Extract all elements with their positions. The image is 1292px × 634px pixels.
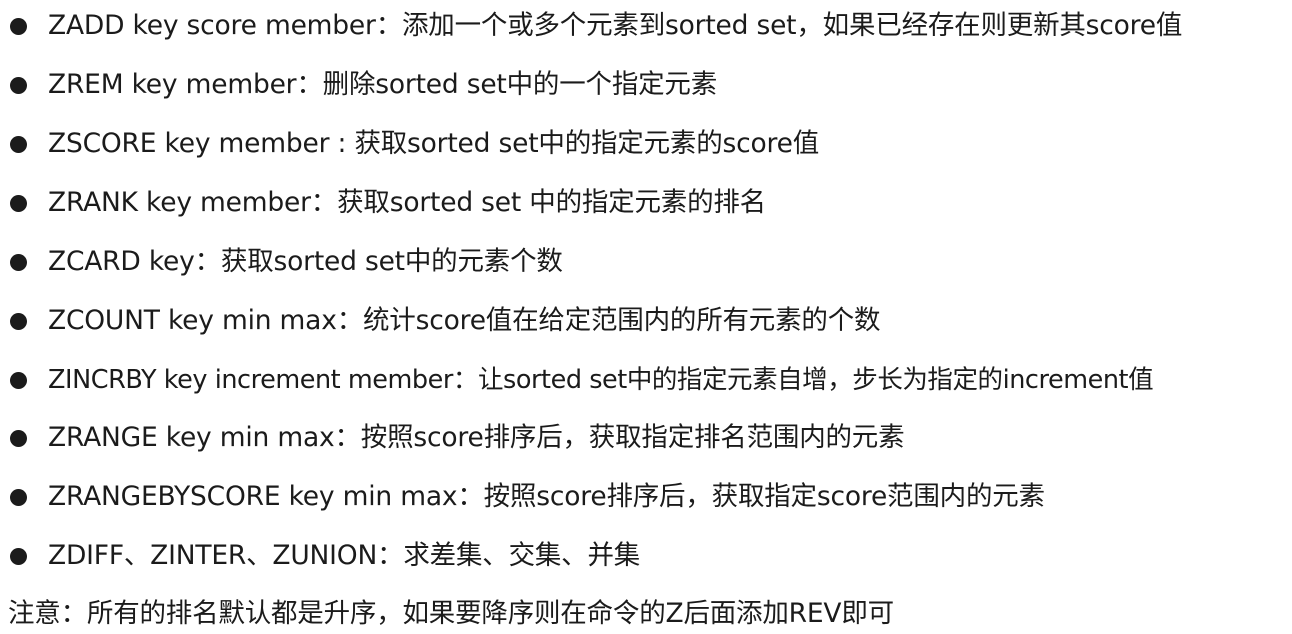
bullet-icon	[10, 254, 27, 271]
bullet-icon	[10, 489, 27, 506]
bullet-icon	[10, 18, 27, 35]
sorted-set-commands-document: ZADD key score member：添加一个或多个元素到sorted s…	[0, 0, 1292, 632]
command-description: ZDIFF、ZINTER、ZUNION：求差集、交集、并集	[48, 540, 641, 571]
command-description: ZCOUNT key min max：统计score值在给定范围内的所有元素的个…	[48, 305, 881, 336]
bullet-icon	[10, 313, 27, 330]
command-description: ZRANGEBYSCORE key min max：按照score排序后，获取指…	[48, 481, 1045, 512]
bullet-icon	[10, 77, 27, 94]
command-description: ZADD key score member：添加一个或多个元素到sorted s…	[48, 10, 1183, 41]
bullet-icon	[10, 136, 27, 153]
bullet-icon	[10, 195, 27, 212]
bullet-icon	[10, 430, 27, 447]
note-text: 注意：所有的排名默认都是升序，如果要降序则在命令的Z后面添加REV即可	[8, 598, 894, 629]
command-description: ZCARD key：获取sorted set中的元素个数	[48, 246, 563, 277]
bullet-icon	[10, 372, 27, 389]
command-description: ZSCORE key member : 获取sorted set中的指定元素的s…	[48, 128, 820, 159]
command-description: ZRANK key member：获取sorted set 中的指定元素的排名	[48, 187, 766, 218]
bullet-icon	[10, 548, 27, 565]
command-description: ZRANGE key min max：按照score排序后，获取指定排名范围内的…	[48, 422, 905, 453]
command-description: ZINCRBY key increment member：让sorted set…	[48, 365, 1154, 395]
command-description: ZREM key member：删除sorted set中的一个指定元素	[48, 69, 718, 100]
